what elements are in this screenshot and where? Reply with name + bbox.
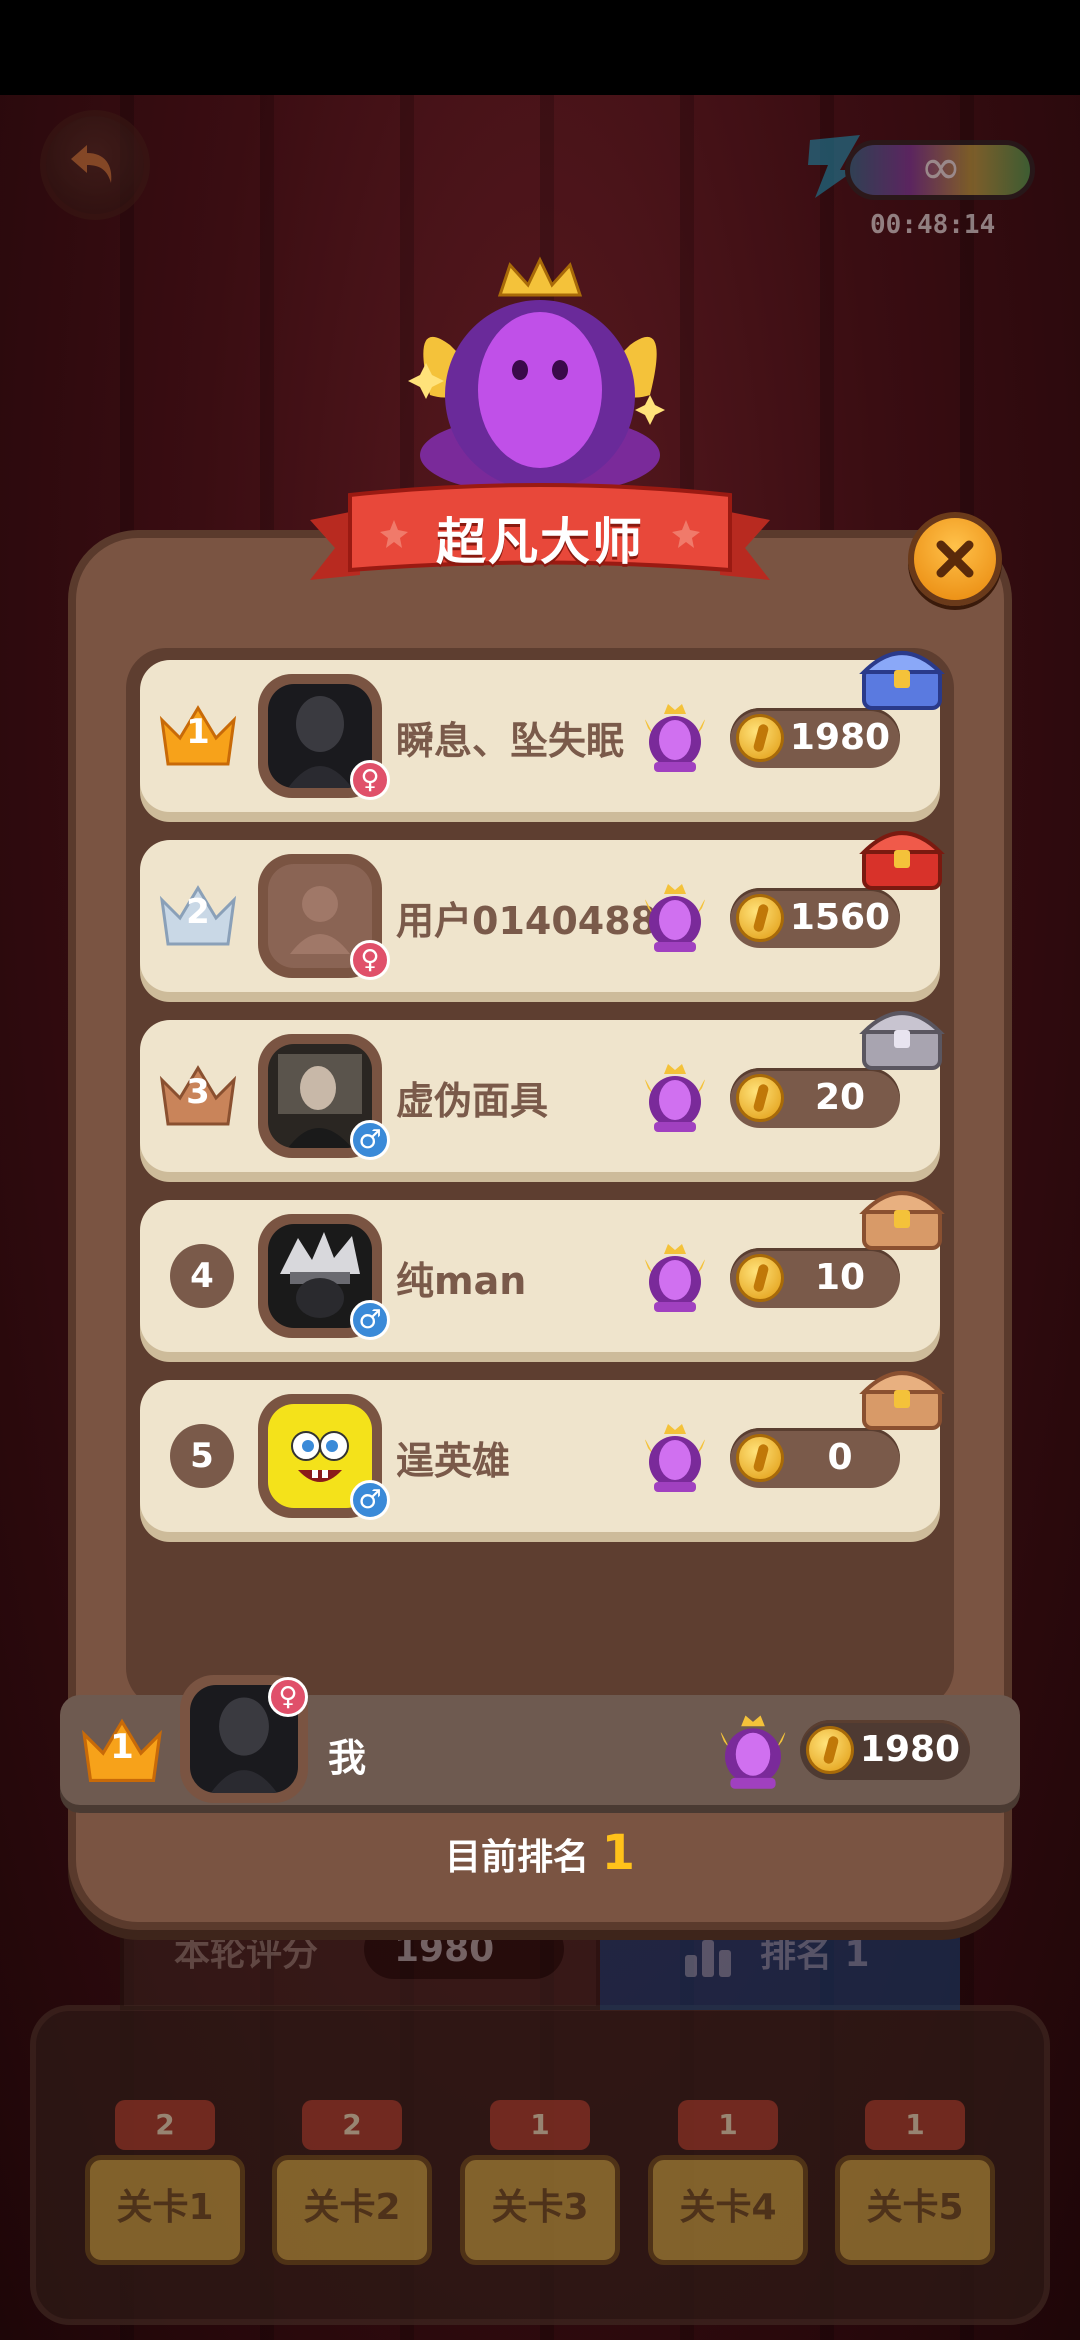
level-card[interactable]: 1 关卡5 [835, 2100, 995, 2265]
score-pill: 10 [730, 1248, 900, 1308]
level-stars: 2 [115, 2100, 215, 2150]
level-label: 关卡1 [85, 2155, 245, 2265]
score-pill: 0 [730, 1428, 900, 1488]
infinity-symbol: ∞ [920, 138, 962, 196]
level-label: 关卡5 [835, 2155, 995, 2265]
level-label: 关卡4 [648, 2155, 808, 2265]
wooden-chest-icon[interactable] [858, 1360, 946, 1432]
player-name: 瞬息、坠失眠 [396, 719, 625, 763]
female-icon: ♀ [268, 1677, 308, 1717]
my-score-pill: 1980 [800, 1720, 970, 1780]
my-rank-row[interactable]: 1 ♀ 我 1980 [60, 1675, 1020, 1805]
female-icon: ♀ [350, 760, 390, 800]
rank-badge-icon [645, 704, 705, 772]
score-value: 0 [827, 1437, 853, 1478]
level-card[interactable]: 1 关卡3 [460, 2100, 620, 2265]
coin-icon [736, 894, 784, 942]
player-name: 用户0140488 [396, 899, 658, 943]
rank-badge-icon [645, 884, 705, 952]
level-stars: 2 [302, 2100, 402, 2150]
modal-title: 超凡大师 [436, 513, 644, 571]
close-button[interactable] [908, 512, 1002, 606]
back-button[interactable] [40, 110, 150, 220]
rank-number: 3 [186, 1072, 210, 1112]
male-icon: ♂ [350, 1300, 390, 1340]
player-name: 虚伪面具 [396, 1079, 549, 1123]
score-pill: 1560 [730, 888, 900, 948]
level-stars: 1 [865, 2100, 965, 2150]
rank-badge-icon [645, 1424, 705, 1492]
rank-number: 5 [170, 1424, 234, 1488]
my-score-value: 1980 [859, 1729, 961, 1770]
coin-icon [806, 1726, 854, 1774]
player-name: 纯man [396, 1259, 527, 1303]
current-rank-value: 1 [601, 1825, 635, 1881]
current-rank: 目前排名 1 [0, 1825, 1080, 1881]
my-rank-number: 1 [110, 1727, 134, 1767]
rank-emblem-icon [408, 256, 665, 495]
bar-chart-icon [685, 1940, 731, 1977]
title-ribbon: 超凡大师 [310, 480, 770, 590]
player-name: 逞英雄 [396, 1439, 511, 1483]
leaderboard-row[interactable]: 5 ♂ 逞英雄 0 [140, 1371, 945, 1532]
rank-badge-icon [720, 1715, 786, 1789]
leaderboard-row[interactable]: 1 ♀ 瞬息、坠失眠 1980 [140, 651, 945, 812]
male-icon: ♂ [350, 1120, 390, 1160]
energy-timer: 00:48:14 [870, 210, 996, 240]
score-pill: 20 [730, 1068, 900, 1128]
rank-tab-label: 排名 1 [760, 1934, 870, 1975]
wooden-chest-icon[interactable] [858, 1180, 946, 1252]
male-icon: ♂ [350, 1480, 390, 1520]
coin-icon [736, 714, 784, 762]
energy-meter[interactable]: ∞ 00:48:14 [800, 130, 1040, 260]
score-pill: 1980 [730, 708, 900, 768]
rank-number: 1 [186, 712, 210, 752]
back-arrow-icon [71, 145, 112, 183]
level-stars: 1 [490, 2100, 590, 2150]
coin-icon [736, 1254, 784, 1302]
level-stars: 1 [678, 2100, 778, 2150]
score-value: 10 [814, 1257, 866, 1298]
score-value: 20 [814, 1077, 866, 1118]
silver-chest-icon[interactable] [858, 1000, 946, 1072]
round-score-label: 本轮评分 [174, 1933, 319, 1974]
close-icon [936, 540, 974, 578]
rank-number: 4 [170, 1244, 234, 1308]
rank-number: 2 [186, 892, 210, 932]
score-value: 1560 [789, 897, 891, 938]
level-card[interactable]: 2 关卡1 [85, 2100, 245, 2265]
level-label: 关卡2 [272, 2155, 432, 2265]
current-rank-label: 目前排名 [445, 1837, 590, 1878]
level-card[interactable]: 1 关卡4 [648, 2100, 808, 2265]
score-value: 1980 [789, 717, 891, 758]
leaderboard-row[interactable]: 2 ♀ 用户0140488 1560 [140, 831, 945, 992]
blue-chest-icon[interactable] [858, 640, 946, 712]
level-card[interactable]: 2 关卡2 [272, 2100, 432, 2265]
coin-icon [736, 1074, 784, 1122]
coin-icon [736, 1434, 784, 1482]
rank-badge-icon [645, 1244, 705, 1312]
leaderboard-row[interactable]: 4 ♂ 纯man 10 [140, 1191, 945, 1352]
female-icon: ♀ [350, 940, 390, 980]
rank-badge-icon [645, 1064, 705, 1132]
status-bar [0, 0, 1080, 95]
red-chest-icon[interactable] [858, 820, 946, 892]
leaderboard-row[interactable]: 3 ♂ 虚伪面具 20 [140, 1011, 945, 1172]
level-label: 关卡3 [460, 2155, 620, 2265]
my-name: 我 [328, 1736, 367, 1780]
